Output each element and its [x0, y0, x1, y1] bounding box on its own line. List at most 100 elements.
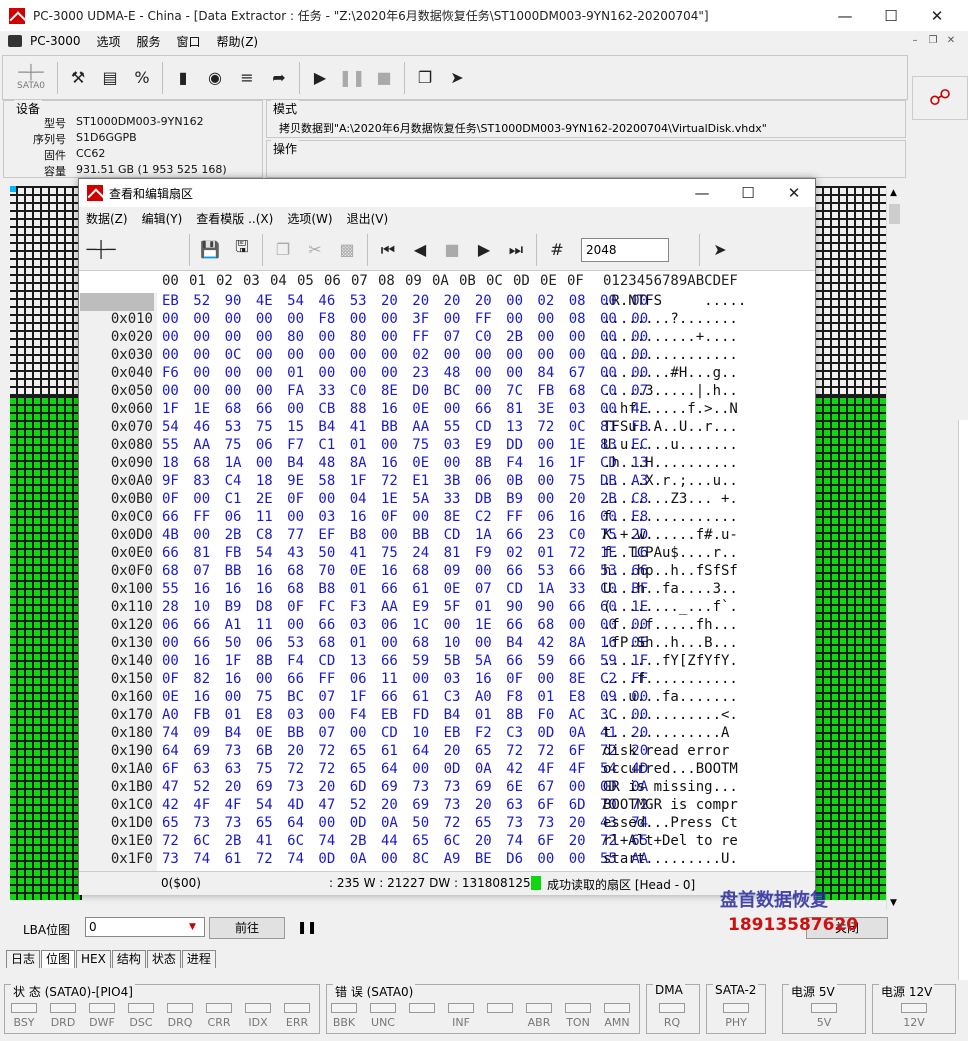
dialog-menu-exit[interactable]: 退出(V) [340, 210, 396, 227]
menu-service[interactable]: 服务 [129, 33, 169, 50]
row-hex-bytes[interactable]: 0F 82 16 00 66 FF 06 11 00 03 16 0F 00 8… [162, 671, 648, 687]
row-ascii[interactable]: disk read error [603, 743, 738, 759]
windows-icon[interactable]: ❐ [409, 62, 441, 94]
row-hex-bytes[interactable]: 74 09 B4 0E BB 07 00 CD 10 EB F2 C3 0D 0… [162, 725, 648, 741]
hex-row[interactable]: 0x0D0 4B 00 2B C8 77 EF B8 00 BB CD 1A 66… [79, 527, 815, 545]
row-hex-bytes[interactable]: 55 16 16 16 68 B8 01 66 61 0E 07 CD 1A 3… [162, 581, 648, 597]
row-ascii[interactable]: f..TCPAu$....r.. [603, 545, 738, 561]
row-hex-bytes[interactable]: 00 00 00 00 00 F8 00 00 3F 00 FF 00 00 0… [162, 311, 648, 327]
scroll-info-icon[interactable]: ▤ [94, 62, 126, 94]
row-hex-bytes[interactable]: 68 07 BB 16 68 70 0E 16 68 09 00 66 53 6… [162, 563, 648, 579]
hex-row[interactable]: 0x1C0 42 4F 4F 54 4D 47 52 20 69 73 20 63… [79, 797, 815, 815]
row-ascii[interactable]: .h...H.......... [603, 455, 738, 471]
row-hex-bytes[interactable]: 28 10 B9 D8 0F FC F3 AA E9 5F 01 90 90 6… [162, 599, 648, 615]
tape-icon[interactable]: ≡ [231, 62, 263, 94]
row-ascii[interactable]: .......fY[ZfYfY. [603, 653, 738, 669]
hex-row[interactable]: 0x090 18 68 1A 00 B4 48 8A 16 0E 00 8B F4… [79, 455, 815, 473]
exit-door-icon[interactable]: ➤ [441, 62, 473, 94]
hex-row[interactable]: 0x030 00 00 0C 00 00 00 00 00 02 00 00 00… [79, 347, 815, 365]
stop-read-icon[interactable]: ■ [436, 234, 468, 266]
row-ascii[interactable]: ...u...fa....... [603, 689, 738, 705]
hex-row[interactable]: 0x180 74 09 B4 0E BB 07 00 CD 10 EB F2 C3… [79, 725, 815, 743]
row-hex-bytes[interactable]: 64 69 73 6B 20 72 65 61 64 20 65 72 72 6… [162, 743, 648, 759]
row-ascii[interactable]: ........Z3... +. [603, 491, 738, 507]
hex-row[interactable]: 0x170 A0 FB 01 E8 03 00 F4 EB FD B4 01 8B… [79, 707, 815, 725]
dialog-menu-data[interactable]: 数据(Z) [79, 210, 135, 227]
cut-icon[interactable]: ✂ [299, 234, 331, 266]
row-hex-bytes[interactable]: 66 81 FB 54 43 50 41 75 24 81 F9 02 01 7… [162, 545, 648, 561]
hex-row[interactable]: 0x1E0 72 6C 2B 41 6C 74 2B 44 65 6C 20 74… [79, 833, 815, 851]
scroll-down-icon[interactable]: ▼ [890, 898, 897, 908]
row-hex-bytes[interactable]: 00 00 00 00 FA 33 C0 8E D0 BC 00 7C FB 6… [162, 383, 648, 399]
hex-row[interactable]: 0x190 64 69 73 6B 20 72 65 61 64 20 65 72… [79, 743, 815, 761]
row-ascii[interactable]: .f...f.....fh... [603, 617, 738, 633]
maximize-button[interactable]: ☐ [868, 0, 914, 31]
row-ascii[interactable]: t.............A [603, 725, 738, 741]
hex-row[interactable]: 0x070 54 46 53 75 15 B4 41 BB AA 55 CD 13… [79, 419, 815, 437]
tab-log[interactable]: 日志 [6, 950, 41, 968]
hex-row[interactable]: 0x0B0 0F 00 C1 2E 0F 00 04 1E 5A 33 DB B9… [79, 491, 815, 509]
row-hex-bytes[interactable]: 55 AA 75 06 F7 C1 01 00 75 03 E9 DD 00 1… [162, 437, 648, 453]
next-sector-icon[interactable]: ▶ [468, 234, 500, 266]
lba-dropdown-icon[interactable]: ▼ [189, 922, 196, 932]
row-ascii[interactable]: f............... [603, 509, 738, 525]
tab-bitmap[interactable]: 位图 [41, 950, 76, 968]
hex-row[interactable]: 0x100 55 16 16 16 68 B8 01 66 61 0E 07 CD… [79, 581, 815, 599]
hex-row[interactable]: 0x020 00 00 00 00 80 00 80 00 FF 07 C0 2B… [79, 329, 815, 347]
row-ascii[interactable]: .fP.Sh..h...B... [603, 635, 738, 651]
menu-pc3000[interactable]: PC-3000 [22, 34, 88, 48]
row-hex-bytes[interactable]: 47 52 20 69 73 20 6D 69 73 73 69 6E 67 0… [162, 779, 648, 795]
tab-status[interactable]: 状态 [146, 950, 181, 968]
dialog-menu-template[interactable]: 查看模版 ..(X) [189, 210, 280, 227]
hex-row[interactable]: 0x110 28 10 B9 D8 0F FC F3 AA E9 5F 01 90… [79, 599, 815, 617]
stop-icon[interactable]: ■ [368, 62, 400, 94]
save-icon[interactable]: 💾 [194, 234, 226, 266]
row-hex-bytes[interactable]: 66 FF 06 11 00 03 16 0F 00 8E C2 FF 06 1… [162, 509, 648, 525]
sector-map-scrollbar[interactable]: ▲ ▼ [886, 186, 902, 910]
hex-row[interactable]: 0x140 00 16 1F 8B F4 CD 13 66 59 5B 5A 66… [79, 653, 815, 671]
row-ascii[interactable]: ................ [603, 347, 738, 363]
dialog-maximize-button[interactable]: ☐ [725, 179, 771, 207]
mdi-close-icon[interactable]: ✕ [944, 33, 958, 47]
last-sector-icon[interactable]: ⏭ [500, 234, 532, 266]
hex-row[interactable]: 0x1B0 47 52 20 69 73 20 6D 69 73 73 69 6E… [79, 779, 815, 797]
row-hex-bytes[interactable]: 72 6C 2B 41 6C 74 2B 44 65 6C 20 74 6F 2… [162, 833, 648, 849]
hex-row[interactable]: 0x040 F6 00 00 00 01 00 00 00 23 48 00 00… [79, 365, 815, 383]
dialog-menu-options[interactable]: 选项(W) [280, 210, 339, 227]
hex-row[interactable]: 0x0A0 9F 83 C4 18 9E 58 1F 72 E1 3B 06 0B… [79, 473, 815, 491]
row-hex-bytes[interactable]: 00 16 1F 8B F4 CD 13 66 59 5B 5A 66 59 6… [162, 653, 648, 669]
hex-row[interactable]: 0x150 0F 82 16 00 66 FF 06 11 00 03 16 0F… [79, 671, 815, 689]
row-ascii[interactable]: h...hp..h..fSfSf [603, 563, 738, 579]
row-ascii[interactable]: BOOTMGR is compr [603, 797, 738, 813]
row-ascii[interactable]: ....f........... [603, 671, 738, 687]
side-database-button[interactable]: ☍ [912, 76, 968, 120]
export-icon[interactable]: ➦ [263, 62, 295, 94]
row-hex-bytes[interactable]: 9F 83 C4 18 9E 58 1F 72 E1 3B 06 0B 00 7… [162, 473, 648, 489]
row-ascii[interactable]: rl+Alt+Del to re [603, 833, 738, 849]
row-ascii[interactable]: ........#H...g.. [603, 365, 738, 381]
row-hex-bytes[interactable]: 73 74 61 72 74 0D 0A 00 8C A9 BE D6 00 0… [162, 851, 648, 867]
tab-process[interactable]: 进程 [181, 950, 216, 968]
hex-row[interactable]: 0x000EB 52 90 4E 54 46 53 20 20 20 20 00… [79, 293, 815, 311]
row-hex-bytes[interactable]: 0F 00 C1 2E 0F 00 04 1E 5A 33 DB B9 00 2… [162, 491, 648, 507]
row-hex-bytes[interactable]: 4B 00 2B C8 77 EF B8 00 BB CD 1A 66 23 C… [162, 527, 648, 543]
row-hex-bytes[interactable]: 18 68 1A 00 B4 48 8A 16 0E 00 8B F4 16 1… [162, 455, 648, 471]
row-ascii[interactable]: K.+.w......f#.u- [603, 527, 738, 543]
hex-row[interactable]: 0x0C0 66 FF 06 11 00 03 16 0F 00 8E C2 FF… [79, 509, 815, 527]
menu-window[interactable]: 窗口 [169, 33, 209, 50]
binoculars-icon[interactable]: ◉ [199, 62, 231, 94]
row-hex-bytes[interactable]: EB 52 90 4E 54 46 53 20 20 20 20 00 02 0… [162, 293, 648, 309]
hex-row[interactable]: 0x1F0 73 74 61 72 74 0D 0A 00 8C A9 BE D6… [79, 851, 815, 869]
row-ascii[interactable]: ..hf......f.>..N [603, 401, 738, 417]
row-ascii[interactable]: (........_...f`. [603, 599, 738, 615]
hex-row[interactable]: 0x050 00 00 00 00 FA 33 C0 8E D0 BC 00 7C… [79, 383, 815, 401]
mdi-restore-icon[interactable]: ❐ [926, 33, 940, 47]
row-ascii[interactable]: ........?....... [603, 311, 738, 327]
row-hex-bytes[interactable]: 54 46 53 75 15 B4 41 BB AA 55 CD 13 72 0… [162, 419, 648, 435]
goto-sector-icon[interactable]: # [541, 234, 573, 266]
hex-row[interactable]: 0x120 06 66 A1 11 00 66 03 06 1C 00 1E 66… [79, 617, 815, 635]
tab-hex[interactable]: HEX [76, 950, 111, 968]
row-ascii[interactable]: ...........+.... [603, 329, 738, 345]
play-icon[interactable]: ▶ [304, 62, 336, 94]
row-hex-bytes[interactable]: 1F 1E 68 66 00 CB 88 16 0E 00 66 81 3E 0… [162, 401, 648, 417]
